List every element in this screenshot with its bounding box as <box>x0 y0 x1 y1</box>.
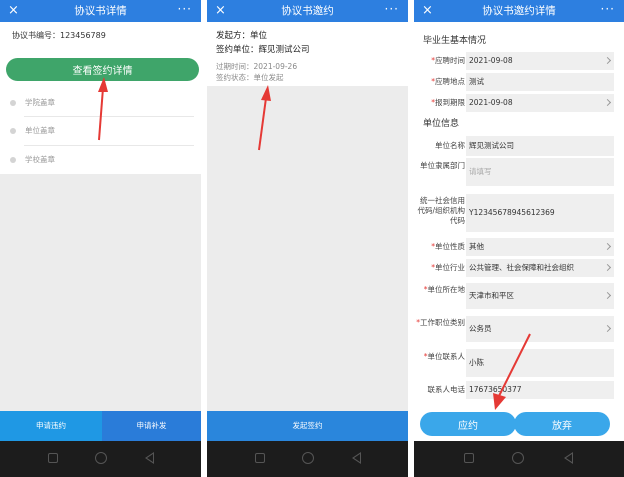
step-college-stamp: 学院盖章 <box>10 95 192 111</box>
field-unit-name[interactable]: 单位名称 辉见测试公司 <box>414 136 624 156</box>
step-dot-icon <box>10 128 16 134</box>
step-school-stamp: 学校盖章 <box>10 152 192 168</box>
field-report-deadline[interactable]: *报到期限 2021-09-08 <box>414 94 624 112</box>
top-bar: × 协议书详情 ··· <box>0 0 201 22</box>
step-unit-stamp: 单位盖章 <box>10 123 192 139</box>
recent-apps-icon[interactable] <box>255 453 265 463</box>
field-unit-department[interactable]: 单位隶属部门 请填写 <box>414 158 624 186</box>
top-bar: × 协议书邀约 ··· <box>207 0 408 22</box>
bottom-action-bar: 申请违约 申请补发 <box>0 411 201 441</box>
section-unit-info: 单位信息 <box>423 119 460 129</box>
chevron-right-icon <box>603 56 612 65</box>
more-icon[interactable]: ··· <box>385 1 399 17</box>
recent-apps-icon[interactable] <box>464 453 474 463</box>
top-bar: × 协议书邀约详情 ··· <box>414 0 624 22</box>
back-icon[interactable] <box>352 452 361 464</box>
back-icon[interactable] <box>564 452 573 464</box>
chevron-right-icon <box>603 263 612 272</box>
step-label: 学校盖章 <box>25 155 55 164</box>
home-icon[interactable] <box>95 452 107 464</box>
field-unit-industry[interactable]: *单位行业 公共管理、社会保障和社会组织 <box>414 259 624 277</box>
agreement-detail-screen: × 协议书详情 ··· 协议书编号：123456789 查看签约详情 学院盖章 … <box>0 0 201 477</box>
agreement-number: 协议书编号：123456789 <box>12 31 106 40</box>
chevron-right-icon <box>603 242 612 251</box>
page-title: 协议书邀约 <box>281 5 334 17</box>
apply-breach-button[interactable]: 申请违约 <box>0 411 102 441</box>
field-credit-code[interactable]: 统一社会信用代码/组织机构代码 Y12345678945612369 <box>414 194 624 232</box>
field-unit-nature[interactable]: *单位性质 其他 <box>414 238 624 256</box>
page-title: 协议书邀约详情 <box>482 5 556 17</box>
system-nav-bar <box>0 441 201 477</box>
field-contact-person[interactable]: *单位联系人 小陈 <box>414 349 624 377</box>
home-icon[interactable] <box>302 452 314 464</box>
step-label: 单位盖章 <box>25 126 55 135</box>
step-dot-icon <box>10 100 16 106</box>
apply-reissue-button[interactable]: 申请补发 <box>102 411 201 441</box>
field-apply-time[interactable]: *应聘时间 2021-09-08 <box>414 52 624 70</box>
expiry-time: 过期时间：2021-09-26 <box>216 62 298 71</box>
chevron-right-icon <box>603 98 612 107</box>
step-dot-icon <box>10 157 16 163</box>
invitation-detail-screen: × 协议书邀约详情 ··· 毕业生基本情况 *应聘时间 2021-09-08 *… <box>414 0 624 477</box>
field-unit-location[interactable]: *单位所在地 天津市和平区 <box>414 283 624 309</box>
initiator: 发起方：单位 <box>216 31 268 41</box>
more-icon[interactable]: ··· <box>601 1 615 17</box>
section-graduate-info: 毕业生基本情况 <box>423 36 487 46</box>
chevron-right-icon <box>603 324 612 333</box>
give-up-button[interactable]: 放弃 <box>514 412 610 436</box>
page-title: 协议书详情 <box>74 5 127 17</box>
view-signing-details-button[interactable]: 查看签约详情 <box>6 58 199 81</box>
step-divider <box>24 145 194 146</box>
signing-status: 签约状态：单位发起 <box>216 73 284 82</box>
field-contact-phone[interactable]: 联系人电话 17673650377 <box>414 381 624 399</box>
system-nav-bar <box>414 441 624 477</box>
system-nav-bar <box>207 441 408 477</box>
chevron-right-icon <box>603 291 612 300</box>
signing-unit: 签约单位：辉见测试公司 <box>216 45 310 55</box>
back-icon[interactable] <box>145 452 154 464</box>
recent-apps-icon[interactable] <box>48 453 58 463</box>
agreement-invitation-screen: × 协议书邀约 ··· 发起方：单位 签约单位：辉见测试公司 过期时间：2021… <box>207 0 408 477</box>
accept-invitation-button[interactable]: 应约 <box>420 412 516 436</box>
field-apply-location[interactable]: *应聘地点 测试 <box>414 73 624 91</box>
step-label: 学院盖章 <box>25 98 55 107</box>
field-job-category[interactable]: *工作职位类别 公务员 <box>414 316 624 342</box>
more-icon[interactable]: ··· <box>178 1 192 17</box>
step-divider <box>24 116 194 117</box>
initiate-signing-button[interactable]: 发起签约 <box>207 411 408 441</box>
home-icon[interactable] <box>512 452 524 464</box>
